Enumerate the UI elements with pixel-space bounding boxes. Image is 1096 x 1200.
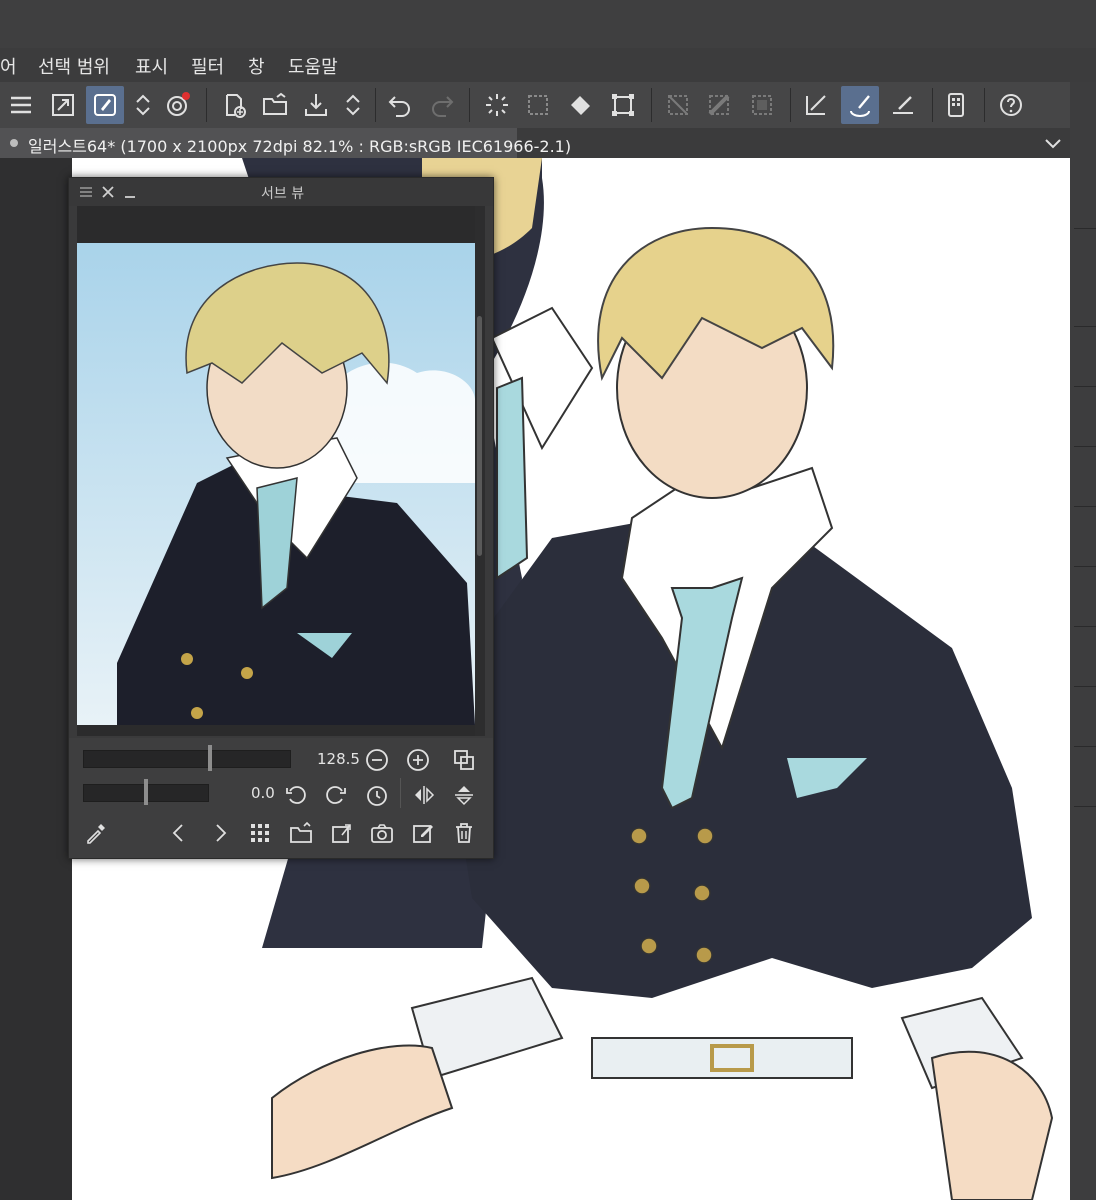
zoom-slider-thumb[interactable] — [208, 745, 212, 771]
rotate-left-icon[interactable] — [281, 780, 311, 810]
up-down-arrows-icon[interactable] — [334, 86, 372, 124]
layer-visibility-eye-icon[interactable] — [1074, 388, 1096, 447]
layer-visibility-eye-icon[interactable] — [1074, 628, 1096, 687]
rotation-slider[interactable] — [83, 779, 209, 805]
toolbar-separator — [932, 88, 933, 122]
flip-horizontal-icon[interactable] — [409, 780, 439, 810]
menu-item-selection[interactable]: 선택 범위 — [38, 53, 110, 79]
zoom-in-icon[interactable] — [403, 745, 433, 775]
toolbar-separator — [984, 88, 985, 122]
cloud-sync-icon[interactable] — [158, 86, 196, 124]
menu-bar: 어 선택 범위 표시 필터 창 도움말 — [0, 48, 1096, 82]
open-folder-icon[interactable] — [256, 86, 294, 124]
sub-view-panel: 서브 뷰 128.5 0.0 — [68, 177, 494, 859]
fit-view-icon[interactable] — [44, 86, 82, 124]
layer-panel-strip — [1070, 82, 1096, 1200]
next-image-icon[interactable] — [205, 818, 235, 848]
export-icon[interactable] — [297, 86, 335, 124]
deselect-icon[interactable] — [700, 86, 738, 124]
chevron-down-icon[interactable] — [1042, 132, 1064, 158]
sub-view-controls: 128.5 0.0 — [69, 738, 493, 858]
command-bar — [0, 82, 1070, 128]
trash-icon[interactable] — [449, 818, 479, 848]
selection-invert-icon[interactable] — [519, 86, 557, 124]
layer-visibility-eye-icon[interactable] — [1074, 688, 1096, 747]
menu-item-help[interactable]: 도움말 — [288, 53, 338, 79]
controls-separator — [400, 778, 401, 808]
sub-view-titlebar[interactable]: 서브 뷰 — [69, 178, 493, 206]
previous-image-icon[interactable] — [164, 818, 194, 848]
sub-view-title: 서브 뷰 — [261, 186, 305, 202]
layer-visibility-eye-icon[interactable] — [1074, 568, 1096, 627]
toolbar-separator — [375, 88, 376, 122]
reference-image — [77, 243, 475, 725]
device-icon[interactable] — [937, 86, 975, 124]
toolbar-separator — [651, 88, 652, 122]
import-from-canvas-icon[interactable] — [327, 818, 357, 848]
toolbar-separator — [206, 88, 207, 122]
menu-icon[interactable] — [2, 86, 40, 124]
reference-image-area[interactable] — [77, 206, 483, 762]
rotation-value: 0.0 — [251, 784, 275, 802]
toolbar-separator — [790, 88, 791, 122]
minimize-icon[interactable] — [123, 185, 137, 199]
menu-item-layer[interactable]: 어 — [0, 53, 17, 79]
scrollbar-thumb[interactable] — [477, 316, 482, 556]
help-icon[interactable] — [992, 86, 1030, 124]
border-icon[interactable] — [743, 86, 781, 124]
layer-visibility-eye-icon[interactable] — [1074, 748, 1096, 807]
pen-line-icon[interactable] — [884, 86, 922, 124]
close-icon[interactable] — [101, 185, 115, 199]
modified-dot-icon — [10, 139, 18, 147]
grid-view-icon[interactable] — [245, 818, 275, 848]
reset-rotation-icon[interactable] — [362, 780, 392, 810]
camera-icon[interactable] — [367, 818, 397, 848]
document-tab-label: 일러스트64* (1700 x 2100px 72dpi 82.1% : RGB… — [28, 137, 572, 156]
window-titlebar — [0, 0, 1096, 48]
vertical-scrollbar[interactable] — [475, 206, 485, 736]
zoom-out-icon[interactable] — [362, 745, 392, 775]
undo-icon[interactable] — [381, 86, 419, 124]
zoom-slider[interactable] — [83, 745, 291, 771]
layer-visibility-eye-icon[interactable] — [1074, 268, 1096, 327]
layer-visibility-eye-icon[interactable] — [1074, 448, 1096, 507]
menu-item-view[interactable]: 표시 — [135, 53, 168, 79]
edit-image-icon[interactable] — [408, 818, 438, 848]
layer-visibility-eye-icon[interactable] — [1074, 328, 1096, 387]
new-file-icon[interactable] — [215, 86, 253, 124]
rotation-slider-thumb[interactable] — [144, 779, 148, 805]
clear-selection-icon[interactable] — [659, 86, 697, 124]
panel-tab-icon[interactable] — [1074, 170, 1096, 229]
toolbar-separator — [469, 88, 470, 122]
zoom-value: 128.5 — [317, 750, 360, 768]
document-tab-bar: 일러스트64* (1700 x 2100px 72dpi 82.1% : RGB… — [0, 128, 1070, 158]
rotate-right-icon[interactable] — [321, 780, 351, 810]
eyedropper-icon[interactable] — [81, 818, 111, 848]
flip-vertical-icon[interactable] — [449, 780, 479, 810]
transform-icon[interactable] — [604, 86, 642, 124]
ruler-icon[interactable] — [797, 86, 835, 124]
document-tab[interactable]: 일러스트64* (1700 x 2100px 72dpi 82.1% : RGB… — [0, 128, 571, 158]
panel-menu-icon[interactable] — [79, 186, 93, 198]
fit-window-icon[interactable] — [449, 745, 479, 775]
redo-icon[interactable] — [423, 86, 461, 124]
menu-item-window[interactable]: 창 — [248, 53, 265, 79]
menu-item-filter[interactable]: 필터 — [191, 53, 224, 79]
brush-settings-icon[interactable] — [841, 86, 879, 124]
layer-visibility-eye-icon[interactable] — [1074, 508, 1096, 567]
fill-icon[interactable] — [562, 86, 600, 124]
auto-select-icon[interactable] — [478, 86, 516, 124]
up-down-arrows-icon[interactable] — [124, 86, 162, 124]
import-image-icon[interactable] — [286, 818, 316, 848]
brush-active-icon[interactable] — [86, 86, 124, 124]
